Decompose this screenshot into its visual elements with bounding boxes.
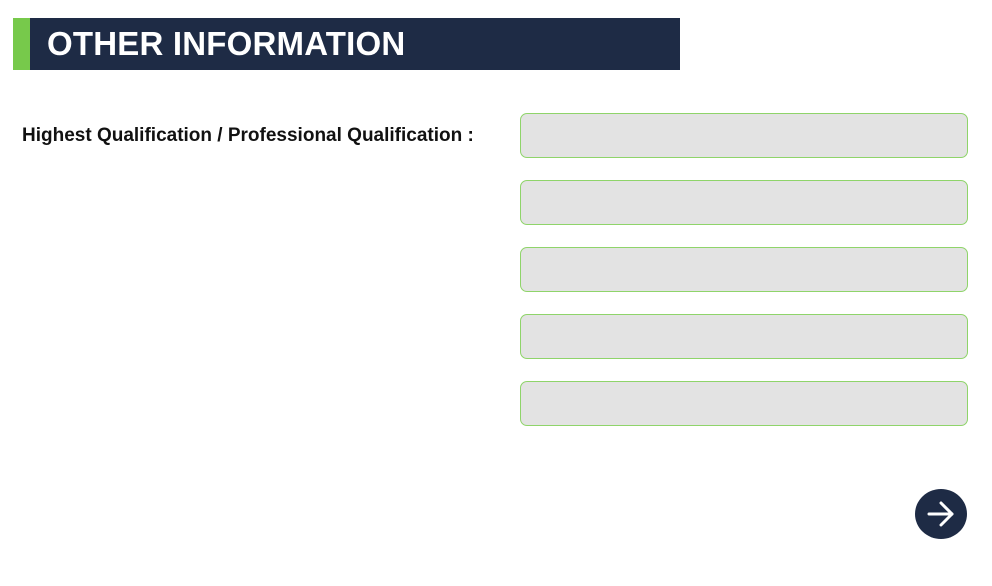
- arrow-right-icon: [927, 501, 954, 527]
- section-title: OTHER INFORMATION: [47, 25, 406, 62]
- next-button[interactable]: [915, 489, 967, 539]
- header-accent-bar: [13, 18, 30, 70]
- qualification-input-1[interactable]: [520, 113, 968, 158]
- qualification-input-3[interactable]: [520, 247, 968, 292]
- section-header: OTHER INFORMATION: [13, 18, 680, 70]
- qualification-input-5[interactable]: [520, 381, 968, 426]
- qualification-input-4[interactable]: [520, 314, 968, 359]
- qualification-label: Highest Qualification / Professional Qua…: [22, 125, 474, 146]
- qualification-input-2[interactable]: [520, 180, 968, 225]
